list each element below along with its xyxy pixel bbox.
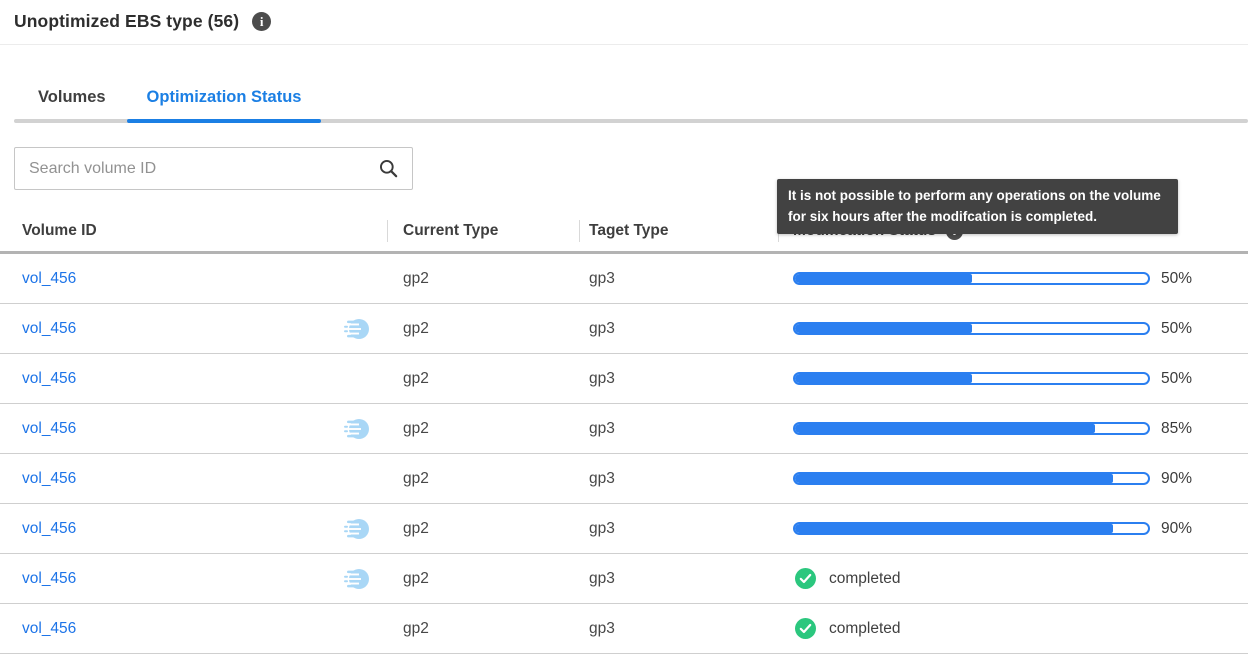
volume-id-cell: vol_456: [0, 620, 387, 638]
title-info-icon[interactable]: i: [252, 12, 271, 31]
volume-id-link[interactable]: vol_456: [22, 620, 76, 638]
fast-transfer-icon: [340, 516, 370, 542]
search-input[interactable]: [29, 160, 378, 178]
table-row: vol_456 gp2gp3 50%: [0, 354, 1248, 404]
modification-status-cell: 50%: [778, 370, 1248, 388]
progress-bar: [793, 272, 1150, 285]
completed-check-icon: [795, 568, 816, 589]
table-row: vol_456 gp2gp3 85%: [0, 404, 1248, 454]
volume-id-cell: vol_456: [0, 370, 387, 388]
table-body: vol_456gp2gp350%vol_456gp2gp350%vol_456g…: [0, 254, 1248, 654]
progress-bar: [793, 322, 1150, 335]
volume-id-link[interactable]: vol_456: [22, 320, 76, 338]
modification-status-cell: 90%: [778, 520, 1248, 538]
progress-percent-label: 90%: [1161, 470, 1192, 488]
current-type-cell: gp2: [387, 620, 579, 638]
table-row: vol_456 gp2gp3 completed: [0, 554, 1248, 604]
current-type-cell: gp2: [387, 270, 579, 288]
current-type-cell: gp2: [387, 520, 579, 538]
progress-bar-fill: [795, 374, 972, 383]
progress-bar-fill: [795, 274, 972, 283]
current-type-cell: gp2: [387, 420, 579, 438]
column-header-target-type[interactable]: Taget Type: [579, 222, 778, 240]
volume-id-cell: vol_456: [0, 416, 387, 442]
progress-bar-fill: [795, 424, 1095, 433]
modification-status-cell: 50%: [778, 320, 1248, 338]
progress-bar-fill: [795, 324, 972, 333]
fast-transfer-icon: [340, 316, 370, 342]
modification-status-cell: 90%: [778, 470, 1248, 488]
progress-bar: [793, 372, 1150, 385]
modification-status-cell: 85%: [778, 420, 1248, 438]
status-completed-label: completed: [829, 570, 901, 588]
progress-bar: [793, 422, 1150, 435]
target-type-cell: gp3: [579, 620, 778, 638]
volume-id-cell: vol_456: [0, 470, 387, 488]
volume-id-link[interactable]: vol_456: [22, 370, 76, 388]
fast-transfer-icon: [340, 416, 370, 442]
volume-id-link[interactable]: vol_456: [22, 520, 76, 538]
progress-bar-fill: [795, 524, 1113, 533]
volume-id-cell: vol_456: [0, 516, 387, 542]
volume-id-link[interactable]: vol_456: [22, 270, 76, 288]
progress-percent-label: 50%: [1161, 320, 1192, 338]
completed-check-icon: [795, 618, 816, 639]
modification-status-cell: completed: [778, 618, 1248, 639]
target-type-cell: gp3: [579, 520, 778, 538]
target-type-cell: gp3: [579, 370, 778, 388]
volume-id-cell: vol_456: [0, 566, 387, 592]
tab-bar: Volumes Optimization Status: [0, 88, 1248, 123]
target-type-cell: gp3: [579, 320, 778, 338]
table-row: vol_456 gp2gp3 90%: [0, 454, 1248, 504]
search-icon[interactable]: [378, 158, 399, 179]
progress-percent-label: 90%: [1161, 520, 1192, 538]
table-row: vol_456 gp2gp3 90%: [0, 504, 1248, 554]
page-header: Unoptimized EBS type (56) i: [0, 0, 1248, 45]
status-completed-label: completed: [829, 620, 901, 638]
current-type-cell: gp2: [387, 570, 579, 588]
target-type-cell: gp3: [579, 570, 778, 588]
progress-percent-label: 50%: [1161, 370, 1192, 388]
volume-id-link[interactable]: vol_456: [22, 470, 76, 488]
column-header-current-type[interactable]: Current Type: [387, 222, 579, 240]
volume-id-link[interactable]: vol_456: [22, 420, 76, 438]
target-type-cell: gp3: [579, 270, 778, 288]
progress-percent-label: 50%: [1161, 270, 1192, 288]
current-type-cell: gp2: [387, 370, 579, 388]
target-type-cell: gp3: [579, 470, 778, 488]
progress-bar-fill: [795, 474, 1113, 483]
progress-percent-label: 85%: [1161, 420, 1192, 438]
modification-status-tooltip: It is not possible to perform any operat…: [777, 179, 1178, 234]
progress-bar: [793, 522, 1150, 535]
column-header-volume-id[interactable]: Volume ID: [0, 222, 387, 240]
volume-id-link[interactable]: vol_456: [22, 570, 76, 588]
volume-id-cell: vol_456: [0, 270, 387, 288]
modification-status-cell: completed: [778, 568, 1248, 589]
progress-bar: [793, 472, 1150, 485]
volume-id-cell: vol_456: [0, 316, 387, 342]
fast-transfer-icon: [340, 566, 370, 592]
table-row: vol_456 gp2gp3 50%: [0, 304, 1248, 354]
tab-volumes[interactable]: Volumes: [38, 88, 106, 123]
table-row: vol_456 gp2gp3 50%: [0, 254, 1248, 304]
table-row: vol_456 gp2gp3 completed: [0, 604, 1248, 654]
optimization-status-table: Volume ID Current Type Taget Type Modifi…: [0, 216, 1248, 654]
tab-optimization-status[interactable]: Optimization Status: [147, 88, 302, 123]
page-title: Unoptimized EBS type (56): [14, 11, 239, 32]
current-type-cell: gp2: [387, 320, 579, 338]
current-type-cell: gp2: [387, 470, 579, 488]
target-type-cell: gp3: [579, 420, 778, 438]
modification-status-cell: 50%: [778, 270, 1248, 288]
search-box: [14, 147, 413, 190]
